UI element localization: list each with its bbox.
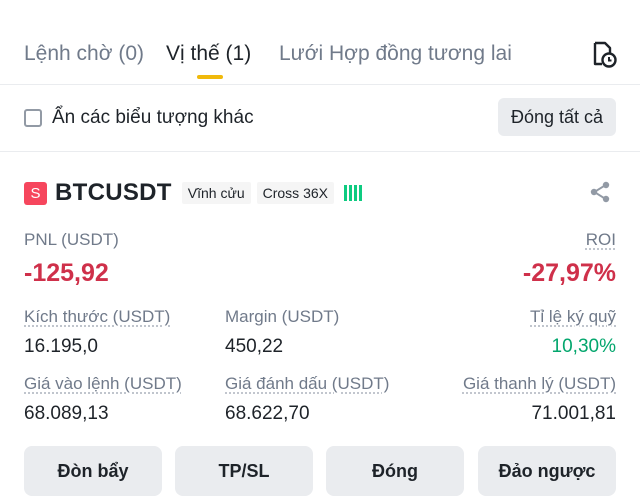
hide-symbols-label: Ẩn các biểu tượng khác — [52, 107, 254, 128]
active-tab-indicator — [197, 75, 223, 79]
roi-label: ROI — [585, 230, 616, 249]
position-header: S BTCUSDT Vĩnh cửu Cross 36X — [24, 178, 362, 208]
liquidation-price-value: 71.001,81 — [531, 403, 616, 424]
section-divider — [0, 151, 640, 152]
entry-price-label: Giá vào lệnh (USDT) — [24, 374, 182, 393]
size-label: Kích thước (USDT) — [24, 307, 171, 326]
margin-ratio-label: Tỉ lệ ký quỹ — [530, 307, 616, 326]
mark-price-label: Giá đánh dấu (USDT) — [225, 374, 390, 393]
position-tabs: Lệnh chờ (0) Vị thế (1) Lưới Hợp đồng tư… — [0, 0, 640, 82]
close-position-button[interactable]: Đóng — [326, 446, 464, 496]
position-symbol[interactable]: BTCUSDT — [55, 179, 172, 207]
tabs-divider — [0, 84, 640, 85]
order-history-icon[interactable] — [590, 40, 618, 68]
margin-mode-tag[interactable]: Cross 36X — [256, 182, 334, 204]
tab-positions[interactable]: Vị thế (1) — [166, 42, 251, 66]
margin-ratio-value: 10,30% — [551, 336, 616, 357]
mark-price-value: 68.622,70 — [225, 403, 310, 424]
close-all-button[interactable]: Đóng tất cả — [498, 98, 616, 136]
reverse-position-button[interactable]: Đảo ngược — [478, 446, 616, 496]
short-side-badge: S — [24, 181, 47, 205]
tab-open-orders[interactable]: Lệnh chờ (0) — [24, 42, 144, 66]
margin-label: Margin (USDT) — [225, 307, 340, 326]
hide-symbols-checkbox[interactable] — [24, 109, 42, 127]
roi-value: -27,97% — [522, 259, 616, 287]
contract-type-tag: Vĩnh cửu — [181, 182, 251, 204]
tab-futures-grid[interactable]: Lưới Hợp đồng tương lai — [279, 42, 512, 66]
tpsl-button[interactable]: TP/SL — [175, 446, 313, 496]
share-icon[interactable] — [588, 180, 612, 204]
leverage-button[interactable]: Đòn bẩy — [24, 446, 162, 496]
entry-price-value: 68.089,13 — [24, 403, 109, 424]
risk-level-icon — [343, 185, 362, 201]
pnl-label: PNL (USDT) — [24, 230, 119, 249]
hide-other-symbols[interactable]: Ẩn các biểu tượng khác — [24, 104, 254, 132]
size-value: 16.195,0 — [24, 336, 98, 357]
pnl-value: -125,92 — [24, 259, 109, 287]
liquidation-price-label: Giá thanh lý (USDT) — [462, 374, 616, 393]
margin-value: 450,22 — [225, 336, 284, 357]
